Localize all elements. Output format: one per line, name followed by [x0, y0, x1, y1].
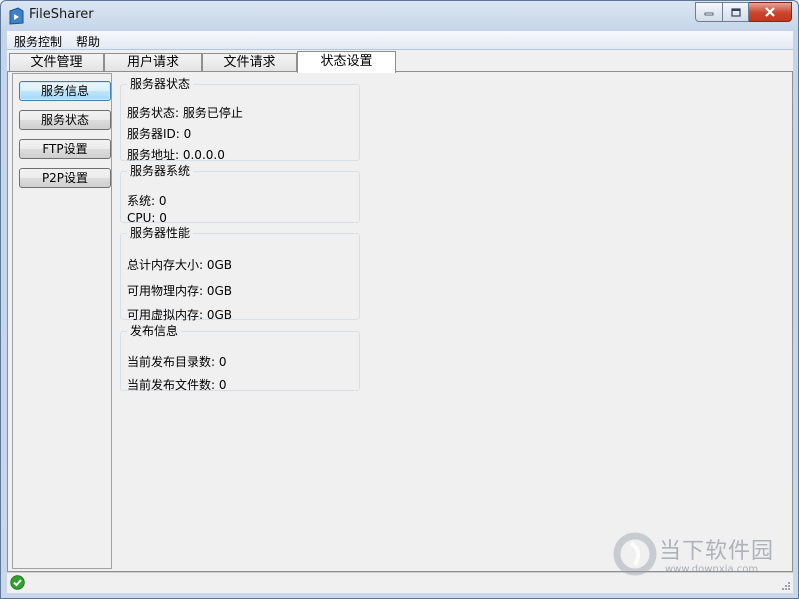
- side-nav: 服务信息 服务状态 FTP设置 P2P设置: [12, 73, 112, 569]
- title-bar[interactable]: FileSharer: [1, 1, 798, 31]
- watermark-logo-icon: [613, 532, 657, 576]
- ftp-settings-button[interactable]: FTP设置: [19, 139, 111, 159]
- server-id: 服务器ID: 0: [127, 127, 192, 141]
- watermark: 当下软件园 www.downxia.com: [613, 531, 783, 579]
- menu-bar: 服务控制 帮助: [7, 31, 793, 50]
- tab-strip: 文件管理 用户请求 文件请求 状态设置: [7, 51, 793, 73]
- group-title: 发布信息: [130, 324, 179, 338]
- maximize-icon: [730, 7, 741, 17]
- group-publish-info: 发布信息 当前发布目录数: 0 当前发布文件数: 0: [120, 324, 360, 392]
- group-title: 服务器性能: [130, 226, 191, 240]
- server-address: 服务地址: 0.0.0.0: [127, 148, 225, 162]
- menu-service-control[interactable]: 服务控制: [14, 33, 62, 50]
- group-title: 服务器系统: [130, 164, 191, 178]
- physical-memory: 可用物理内存: 0GB: [127, 284, 233, 298]
- maximize-button[interactable]: [722, 2, 749, 22]
- server-status-button[interactable]: 服务状态: [19, 110, 111, 130]
- resize-grip-icon[interactable]: [779, 579, 791, 591]
- p2p-settings-button[interactable]: P2P设置: [19, 168, 111, 188]
- window-title: FileSharer: [29, 7, 94, 22]
- check-circle-icon: [10, 575, 25, 590]
- client-area: 文件管理 用户请求 文件请求 状态设置 服务信息 服务状态 FTP设置 P2P设…: [7, 50, 793, 572]
- tab-file-management[interactable]: 文件管理: [9, 53, 104, 72]
- tab-panel-status-settings: 服务信息 服务状态 FTP设置 P2P设置 服务器状态 服务状态: 服务已停止 …: [7, 71, 793, 572]
- tab-status-settings[interactable]: 状态设置: [297, 51, 396, 73]
- tab-user-requests[interactable]: 用户请求: [104, 53, 202, 72]
- total-memory: 总计内存大小: 0GB: [127, 258, 233, 272]
- menu-help[interactable]: 帮助: [76, 33, 100, 50]
- server-info-button[interactable]: 服务信息: [19, 81, 111, 101]
- watermark-url: www.downxia.com: [665, 564, 759, 575]
- virtual-memory: 可用虚拟内存: 0GB: [127, 308, 233, 322]
- group-title: 服务器状态: [130, 77, 191, 91]
- published-dir-count: 当前发布目录数: 0: [127, 355, 227, 369]
- server-state: 服务状态: 服务已停止: [127, 106, 243, 120]
- app-window: FileSharer 服务控制 帮助 文件管理 用户请求 文件请求 状态设置 服…: [0, 0, 799, 599]
- cpu-value: CPU: 0: [127, 211, 167, 225]
- minimize-button[interactable]: [695, 2, 722, 22]
- close-button[interactable]: [749, 2, 792, 22]
- system-value: 系统: 0: [127, 194, 167, 208]
- tab-file-requests[interactable]: 文件请求: [202, 53, 297, 72]
- watermark-name: 当下软件园: [659, 539, 775, 564]
- published-file-count: 当前发布文件数: 0: [127, 378, 227, 392]
- group-server-status: 服务器状态 服务状态: 服务已停止 服务器ID: 0 服务地址: 0.0.0.0: [120, 77, 360, 162]
- app-icon: [9, 7, 24, 25]
- group-server-performance: 服务器性能 总计内存大小: 0GB 可用物理内存: 0GB 可用虚拟内存: 0G…: [120, 226, 360, 322]
- window-controls: [695, 2, 792, 22]
- close-icon: [765, 7, 775, 17]
- minimize-icon: [704, 12, 714, 16]
- group-server-system: 服务器系统 系统: 0 CPU: 0: [120, 164, 360, 225]
